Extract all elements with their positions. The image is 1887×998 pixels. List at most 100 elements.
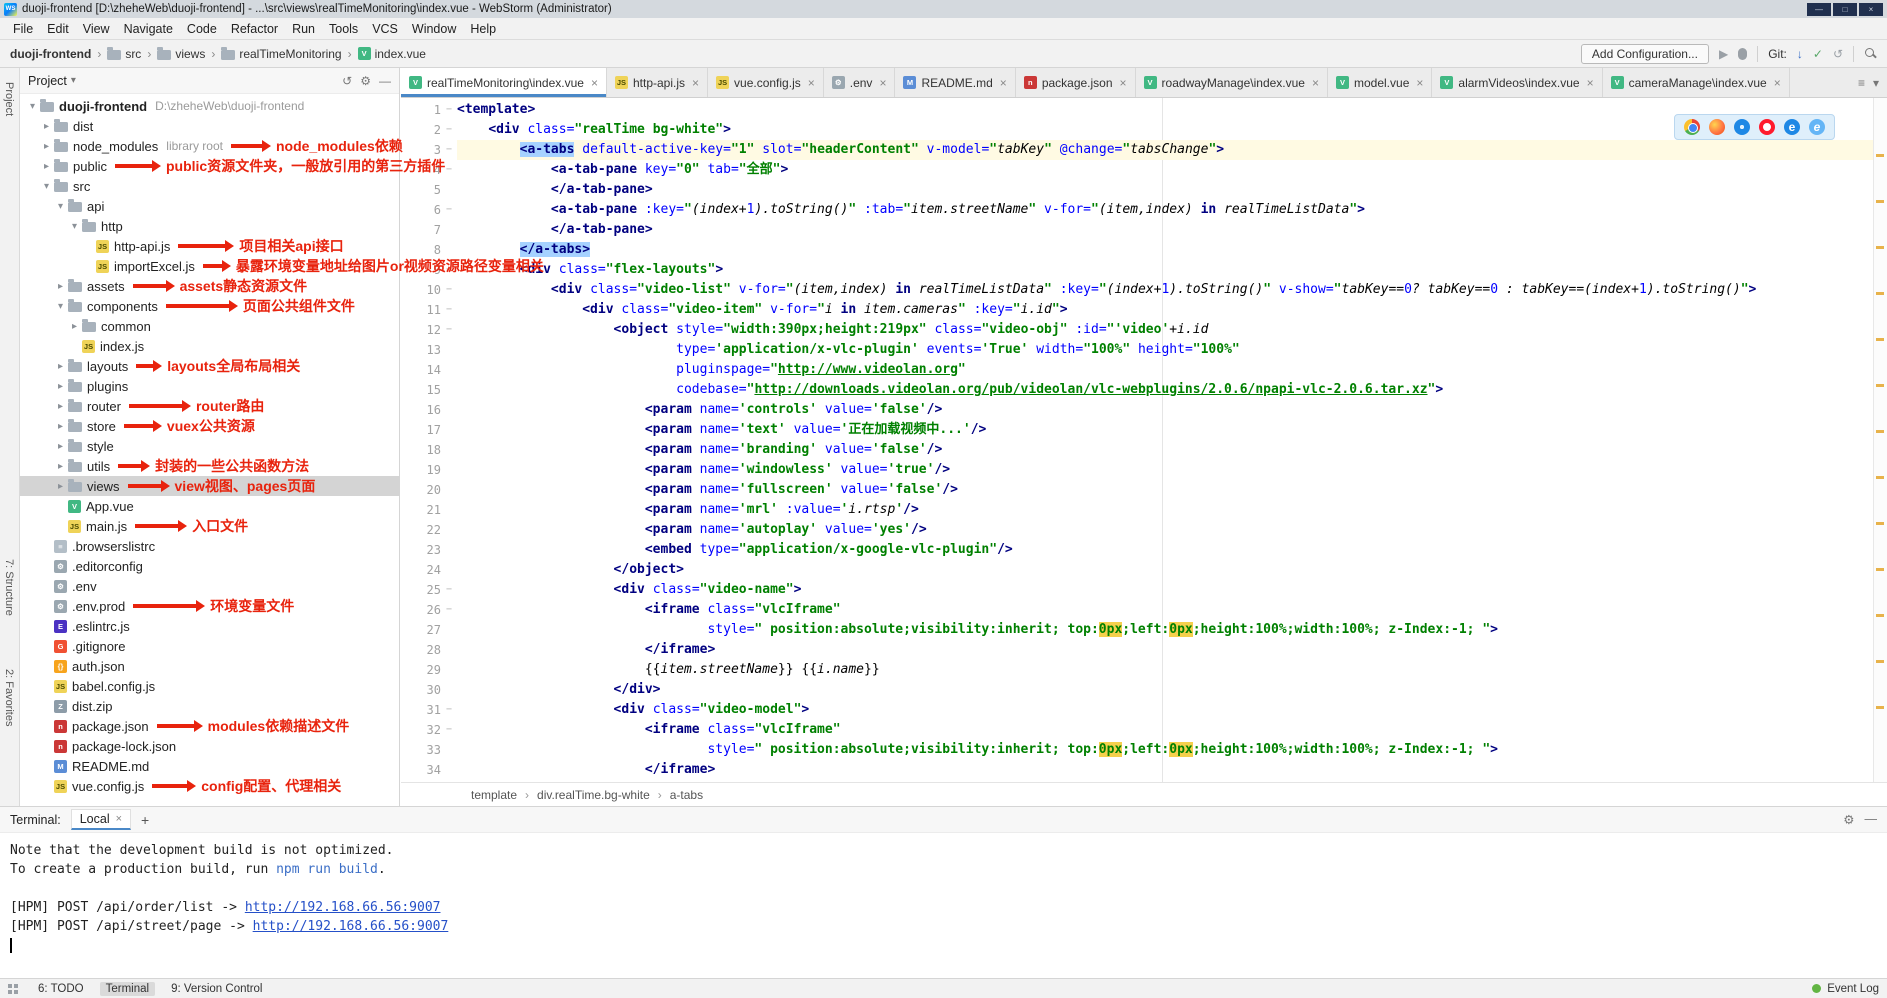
tree-row[interactable]: npackage-lock.json [20,736,400,756]
fold-marker-icon[interactable]: − [441,100,457,120]
gutter-line-number[interactable]: 10 [401,280,441,300]
code-text[interactable]: <param name='windowless' value='true'/> [457,460,1887,480]
tree-row[interactable]: ⚙.editorconfig [20,556,400,576]
close-icon[interactable]: × [116,813,122,825]
tree-row[interactable]: {}auth.json [20,656,400,676]
code-text[interactable]: <div class="flex-layouts"> [457,260,1887,280]
error-stripe[interactable] [1873,98,1887,782]
chevron-down-icon[interactable]: ▾ [54,301,67,312]
menu-run[interactable]: Run [285,20,322,38]
tool-window-switcher-icon[interactable] [8,984,18,994]
fold-marker-icon[interactable]: − [441,600,457,620]
gutter-line-number[interactable]: 19 [401,460,441,480]
chrome-browser-icon[interactable] [1684,119,1700,135]
gutter-line-number[interactable]: 17 [401,420,441,440]
close-tab-icon[interactable]: × [879,76,886,90]
chevron-down-icon[interactable]: ▾ [54,201,67,212]
editor-breadcrumb-item[interactable]: a-tabs [670,788,703,802]
gutter-line-number[interactable]: 25 [401,580,441,600]
statusbar-item[interactable]: 9: Version Control [165,982,268,996]
code-text[interactable]: <object style="width:390px;height:219px"… [457,320,1887,340]
gutter-line-number[interactable]: 34 [401,760,441,780]
gutter-line-number[interactable]: 12 [401,320,441,340]
ie-browser-icon[interactable]: e [1809,119,1825,135]
code-text[interactable]: </iframe> [457,760,1887,780]
close-tab-icon[interactable]: × [1312,76,1319,90]
breadcrumb-item[interactable]: src [107,47,141,61]
tool-window-project-button[interactable]: Project [3,82,15,116]
editor-breadcrumb-item[interactable]: div.realTime.bg-white [537,788,650,802]
tree-row[interactable]: VApp.vue [20,496,400,516]
gutter-line-number[interactable]: 16 [401,400,441,420]
fold-marker-icon[interactable]: − [441,320,457,340]
code-text[interactable]: </a-tab-pane> [457,180,1887,200]
menu-window[interactable]: Window [405,20,463,38]
terminal-link[interactable]: http://192.168.66.56:9007 [245,900,441,915]
fold-marker-icon[interactable]: − [441,280,457,300]
chevron-right-icon[interactable]: ▸ [54,361,67,372]
tree-row[interactable]: E.eslintrc.js [20,616,400,636]
gutter-line-number[interactable]: 1 [401,100,441,120]
close-tab-icon[interactable]: × [1587,76,1594,90]
add-configuration-button[interactable]: Add Configuration... [1581,44,1709,64]
minimize-button[interactable]: — [1807,3,1831,16]
opera-browser-icon[interactable] [1759,119,1775,135]
tree-row[interactable]: ▸storevuex公共资源 [20,416,400,436]
chevron-down-icon[interactable]: ▾ [40,181,53,192]
new-terminal-tab-button[interactable]: + [141,812,149,828]
tree-row[interactable]: ▾src [20,176,400,196]
editor-tab[interactable]: ValarmVideos\index.vue× [1432,68,1602,97]
git-rollback-icon[interactable]: ↺ [1833,47,1843,61]
menu-vcs[interactable]: VCS [365,20,405,38]
code-text[interactable]: {{item.streetName}} {{i.name}} [457,660,1887,680]
editor-tab[interactable]: VrealTimeMonitoring\index.vue× [401,68,607,97]
code-text[interactable]: <template> [457,100,1887,120]
firefox-browser-icon[interactable] [1709,119,1725,135]
gutter-line-number[interactable]: 27 [401,620,441,640]
menu-code[interactable]: Code [180,20,224,38]
code-text[interactable]: codebase="http://downloads.videolan.org/… [457,380,1887,400]
gutter-line-number[interactable]: 7 [401,220,441,240]
code-text[interactable]: <param name='branding' value='false'/> [457,440,1887,460]
tree-row[interactable]: ▸publicpublic资源文件夹，一般放引用的第三方插件 [20,156,400,176]
chevron-down-icon[interactable]: ▾ [26,101,39,112]
tree-row[interactable]: ▸viewsview视图、pages页面 [20,476,400,496]
chevron-right-icon[interactable]: ▸ [54,381,67,392]
editor-tab[interactable]: ⚙.env× [824,68,896,97]
settings-icon[interactable]: ⚙ [360,74,371,88]
editor-tab[interactable]: MREADME.md× [895,68,1015,97]
gutter-line-number[interactable]: 23 [401,540,441,560]
gutter-line-number[interactable]: 20 [401,480,441,500]
fold-marker-icon[interactable]: − [441,200,457,220]
tree-row[interactable]: ▸plugins [20,376,400,396]
tree-row[interactable]: ⚙.env.prod环境变量文件 [20,596,400,616]
code-text[interactable]: </iframe> [457,640,1887,660]
tree-row[interactable]: JSimportExcel.js暴露环境变量地址给图片or视频资源路径变量相关 [20,256,400,276]
gutter-line-number[interactable]: 2 [401,120,441,140]
tree-row[interactable]: MREADME.md [20,756,400,776]
chevron-right-icon[interactable]: ▸ [40,141,53,152]
code-text[interactable]: type='application/x-vlc-plugin' events='… [457,340,1887,360]
editor-tab[interactable]: npackage.json× [1016,68,1136,97]
chevron-down-icon[interactable]: ▾ [71,75,76,86]
code-text[interactable]: <div class="video-item" v-for="i in item… [457,300,1887,320]
code-text[interactable]: </a-tabs> [457,240,1887,260]
tree-row[interactable]: JSvue.config.jsconfig配置、代理相关 [20,776,400,796]
code-text[interactable]: <a-tab-pane :key="(index+1).toString()" … [457,200,1887,220]
run-icon[interactable]: ▶ [1719,47,1728,61]
gutter-line-number[interactable]: 30 [401,680,441,700]
edge-browser-icon[interactable]: e [1784,119,1800,135]
fold-marker-icon[interactable]: − [441,580,457,600]
chevron-right-icon[interactable]: ▸ [54,281,67,292]
gutter-line-number[interactable]: 32 [401,720,441,740]
tool-window-structure-button[interactable]: 7: Structure [3,559,15,616]
chevron-down-icon[interactable]: ▾ [68,221,81,232]
code-text[interactable]: <div class="video-model"> [457,700,1887,720]
project-panel-title[interactable]: Project [28,74,67,88]
gutter-line-number[interactable]: 33 [401,740,441,760]
chevron-right-icon[interactable]: ▸ [54,421,67,432]
tree-row[interactable]: ▾components页面公共组件文件 [20,296,400,316]
editor-tab[interactable]: Vmodel.vue× [1328,68,1432,97]
gutter-line-number[interactable]: 5 [401,180,441,200]
gutter-line-number[interactable]: 14 [401,360,441,380]
